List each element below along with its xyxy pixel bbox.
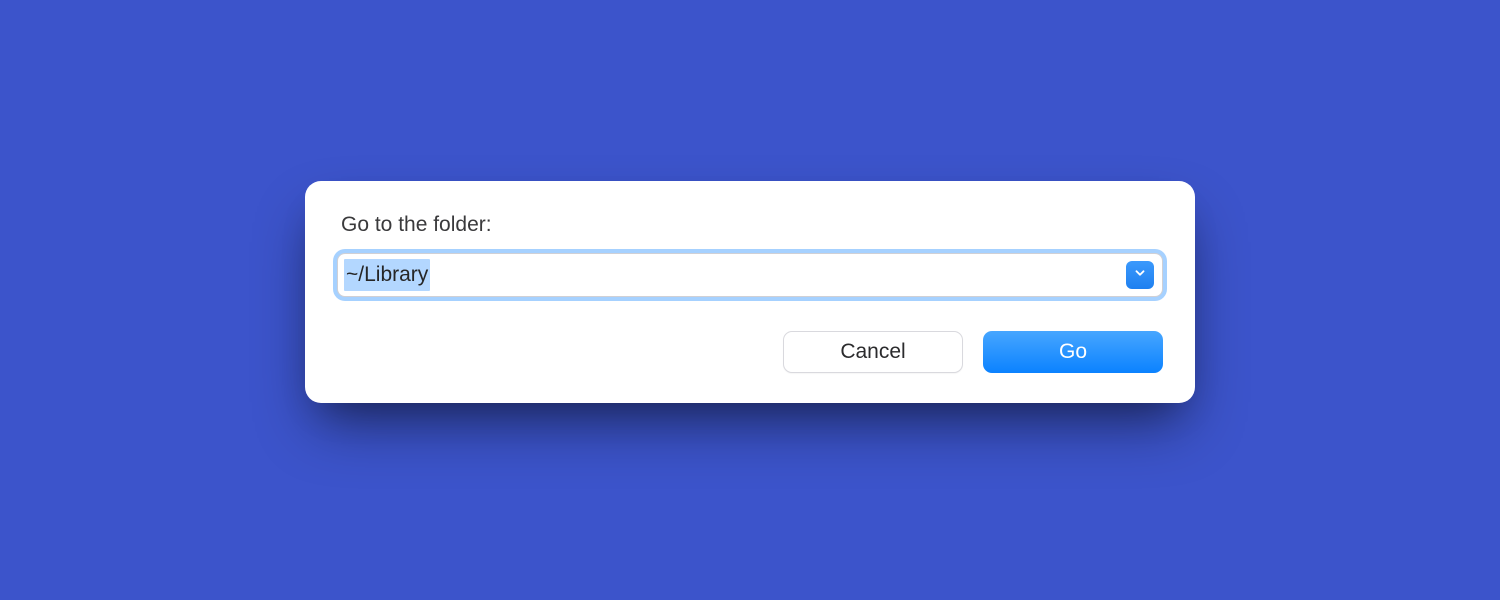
go-to-folder-dialog: Go to the folder: ~/Library Cancel Go [305, 181, 1195, 403]
history-dropdown-button[interactable] [1126, 261, 1154, 289]
chevron-down-icon [1133, 266, 1147, 285]
folder-path-value: ~/Library [344, 259, 430, 291]
dialog-button-row: Cancel Go [337, 331, 1163, 373]
cancel-button[interactable]: Cancel [783, 331, 963, 373]
dialog-label: Go to the folder: [341, 213, 1163, 237]
folder-path-input[interactable]: ~/Library [337, 253, 1163, 297]
go-button[interactable]: Go [983, 331, 1163, 373]
